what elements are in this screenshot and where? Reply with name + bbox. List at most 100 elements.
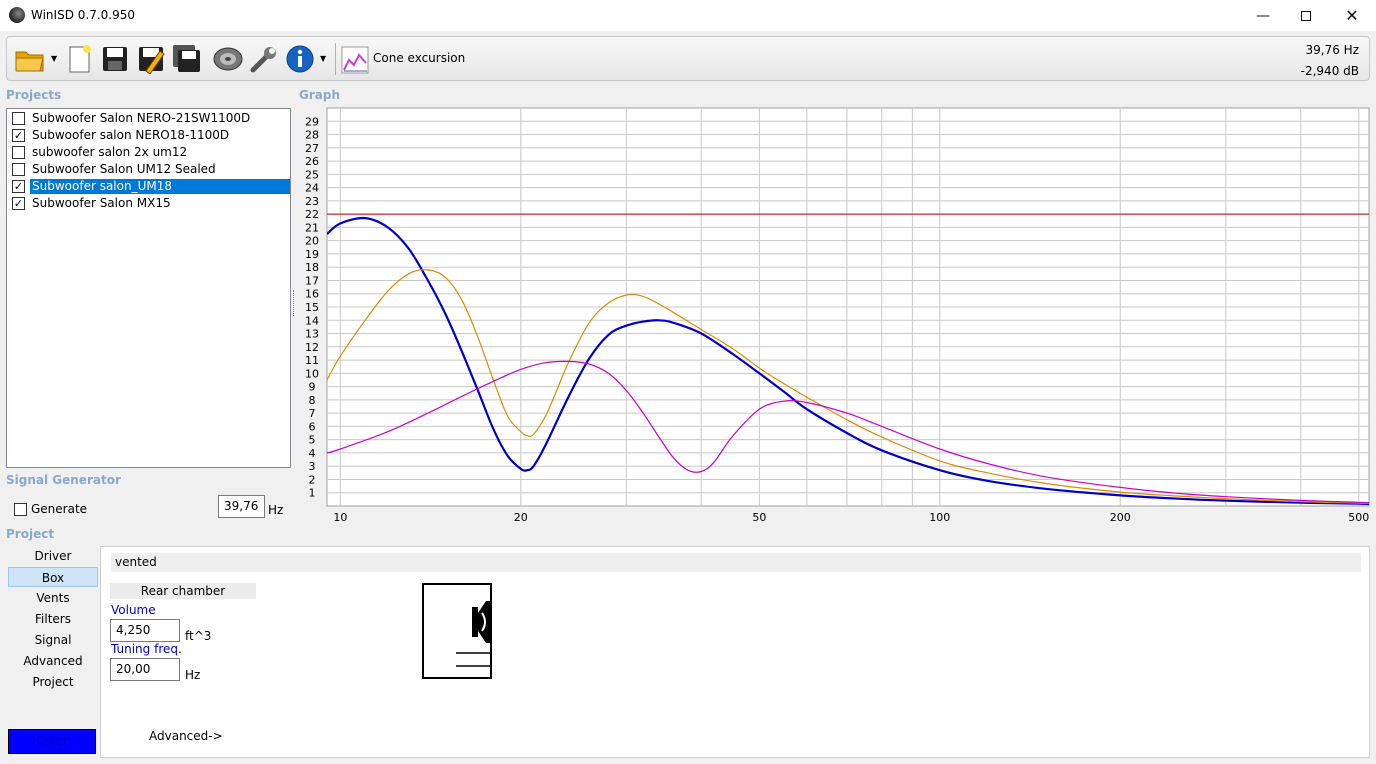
- save-as-button[interactable]: [134, 42, 168, 76]
- y-tick-label: 5: [309, 434, 316, 447]
- vented-box-diagram: [422, 583, 492, 679]
- generate-toggle[interactable]: Generate: [14, 502, 87, 516]
- cone-excursion-graph-button[interactable]: [341, 46, 369, 74]
- nav-vents[interactable]: Vents: [8, 588, 98, 608]
- x-tick-label: 100: [929, 511, 950, 524]
- info-dropdown-button[interactable]: ▼: [320, 55, 328, 63]
- nav-driver[interactable]: Driver: [8, 546, 98, 566]
- nav-advanced[interactable]: Advanced: [8, 651, 98, 671]
- project-checkbox[interactable]: ✓: [12, 197, 25, 210]
- projects-label: Projects: [6, 88, 62, 102]
- open-project-button[interactable]: [13, 42, 47, 76]
- maximize-icon: [1301, 10, 1311, 21]
- window-title: WinISD 0.7.0.950: [31, 8, 136, 22]
- nav-filters[interactable]: Filters: [8, 609, 98, 629]
- y-tick-label: 17: [305, 274, 319, 287]
- y-tick-label: 13: [305, 328, 319, 341]
- tuning-freq-unit: Hz: [185, 668, 201, 682]
- project-checkbox[interactable]: ✓: [12, 129, 25, 142]
- nav-signal[interactable]: Signal: [8, 630, 98, 650]
- new-project-button[interactable]: [62, 42, 96, 76]
- app-icon: [9, 7, 25, 23]
- graph-icon: [341, 46, 369, 74]
- close-icon: ✕: [1345, 6, 1359, 25]
- y-tick-label: 3: [309, 460, 316, 473]
- y-tick-label: 14: [305, 314, 319, 327]
- cursor-frequency-readout: 39,76 Hz: [1305, 43, 1360, 57]
- dropdown-arrow-icon: ▼: [51, 54, 58, 63]
- volume-input[interactable]: 4,250: [110, 619, 180, 642]
- title-bar: WinISD 0.7.0.950 — ✕: [0, 0, 1376, 31]
- project-checkbox[interactable]: [12, 163, 25, 176]
- volume-label: Volume: [111, 603, 156, 617]
- minimize-icon: —: [1256, 7, 1270, 24]
- y-tick-label: 22: [305, 208, 319, 221]
- box-type[interactable]: vented: [111, 553, 1361, 572]
- project-row[interactable]: subwoofer salon 2x um12: [9, 144, 290, 161]
- project-row[interactable]: ✓ Subwoofer Salon MX15: [9, 195, 290, 212]
- project-checkbox[interactable]: ✓: [12, 180, 25, 193]
- new-document-icon: [69, 45, 91, 73]
- project-row[interactable]: ✓ Subwoofer salon NERO18-1100D: [9, 127, 290, 144]
- project-row[interactable]: Subwoofer Salon NERO-21SW1100D: [9, 110, 290, 127]
- dropdown-arrow-icon: ▼: [320, 54, 327, 63]
- y-tick-label: 20: [305, 235, 319, 248]
- save-all-icon: [173, 45, 200, 72]
- y-tick-label: 28: [305, 129, 319, 142]
- y-tick-label: 21: [305, 221, 319, 234]
- y-tick-label: 23: [305, 195, 319, 208]
- project-checkbox[interactable]: [12, 146, 25, 159]
- open-dropdown-button[interactable]: ▼: [51, 55, 59, 63]
- signal-generator-label: Signal Generator: [6, 473, 121, 487]
- info-icon: [286, 45, 314, 73]
- advanced-link[interactable]: Advanced->: [149, 729, 223, 743]
- y-tick-label: 24: [305, 182, 319, 195]
- signal-frequency-unit: Hz: [268, 503, 284, 517]
- nav-project[interactable]: Project: [8, 672, 98, 692]
- project-row[interactable]: ✓ Subwoofer salon_UM18: [9, 178, 290, 195]
- y-tick-label: 25: [305, 168, 319, 181]
- y-tick-label: 4: [309, 447, 316, 460]
- info-button[interactable]: [283, 42, 317, 76]
- project-row[interactable]: Subwoofer Salon UM12 Sealed: [9, 161, 290, 178]
- nav-box[interactable]: Box: [8, 567, 98, 587]
- save-as-pencil-icon: [139, 47, 165, 74]
- y-tick-label: 16: [305, 288, 319, 301]
- wrench-icon: [250, 47, 276, 73]
- x-tick-label: 200: [1110, 511, 1131, 524]
- y-tick-label: 2: [309, 473, 316, 486]
- save-button[interactable]: [98, 42, 132, 76]
- toolbar: ▼ ▼ Cone excursion 39,76 Hz -2,940 dB: [6, 36, 1370, 81]
- close-button[interactable]: ✕: [1329, 0, 1375, 31]
- graph-type-label[interactable]: Cone excursion: [373, 51, 465, 65]
- maximize-button[interactable]: [1283, 0, 1329, 31]
- cursor-value-readout: -2,940 dB: [1300, 64, 1359, 78]
- project-name: Subwoofer salon NERO18-1100D: [32, 128, 230, 142]
- y-tick-label: 27: [305, 142, 319, 155]
- minimize-button[interactable]: —: [1240, 0, 1286, 31]
- box-panel: vented Rear chamber Volume 4,250 ft^3 Tu…: [100, 546, 1370, 758]
- y-tick-label: 8: [309, 394, 316, 407]
- generate-checkbox[interactable]: [14, 502, 27, 516]
- y-tick-label: 7: [309, 407, 316, 420]
- x-tick-label: 500: [1348, 511, 1369, 524]
- y-tick-label: 29: [305, 115, 319, 128]
- x-tick-label: 10: [333, 511, 347, 524]
- project-checkbox[interactable]: [12, 112, 25, 125]
- y-tick-label: 12: [305, 341, 319, 354]
- y-tick-label: 26: [305, 155, 319, 168]
- tuning-freq-input[interactable]: 20,00: [110, 658, 180, 681]
- toolbar-separator: [335, 43, 336, 75]
- project-name: Subwoofer salon_UM18: [30, 179, 290, 194]
- y-tick-label: 6: [309, 420, 316, 433]
- signal-frequency-input[interactable]: 39,76: [218, 495, 265, 518]
- project-name: subwoofer salon 2x um12: [32, 145, 188, 159]
- rear-chamber-header: Rear chamber: [110, 583, 256, 599]
- save-all-button[interactable]: [170, 42, 204, 76]
- y-tick-label: 9: [309, 381, 316, 394]
- color-button[interactable]: Color: [8, 729, 96, 754]
- driver-editor-button[interactable]: [211, 42, 245, 76]
- project-name: Subwoofer Salon NERO-21SW1100D: [32, 111, 251, 125]
- settings-button[interactable]: [247, 42, 281, 76]
- y-tick-label: 1: [309, 487, 316, 500]
